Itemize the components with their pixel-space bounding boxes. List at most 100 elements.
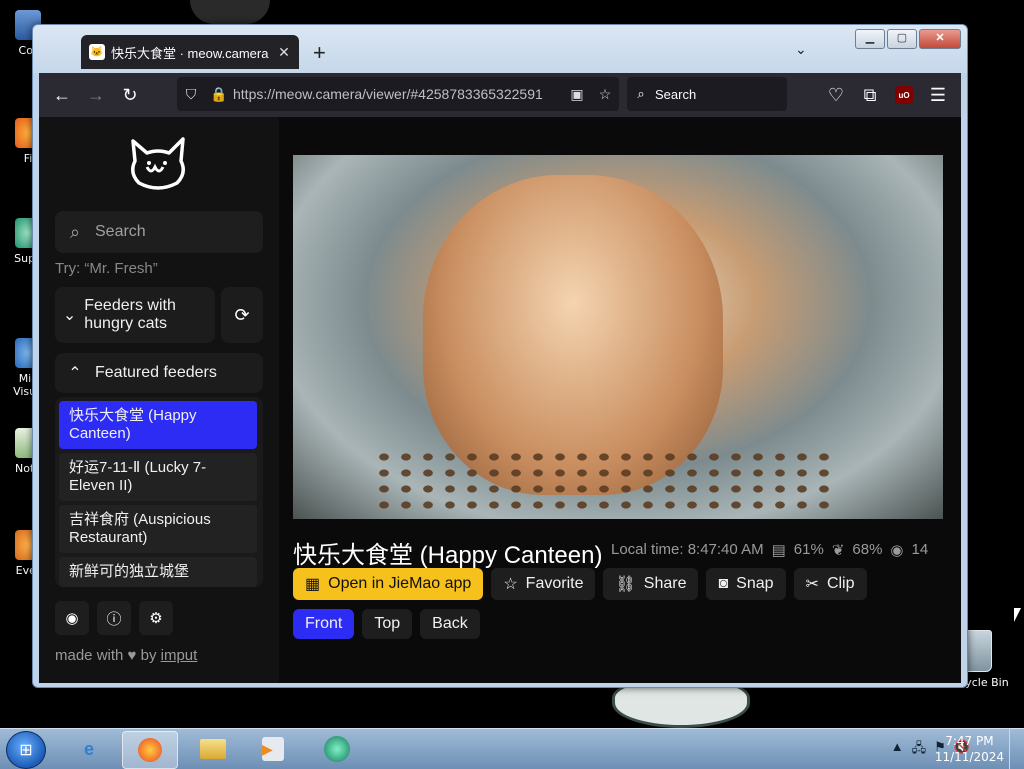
network-icon[interactable]: 🖧 xyxy=(912,739,927,761)
lock-icon[interactable]: 🔒 xyxy=(205,86,233,103)
forward-arrow-icon[interactable]: → xyxy=(79,78,113,112)
media-player-icon: ▶ xyxy=(262,737,284,761)
made-with-text: made with xyxy=(55,647,124,664)
food-level: 61% xyxy=(793,541,824,558)
start-button[interactable]: ⊞ xyxy=(6,731,46,769)
taskbar-firefox[interactable] xyxy=(122,731,178,769)
feeder-search-placeholder: Search xyxy=(95,223,146,240)
chevron-down-icon: ⌄ xyxy=(62,307,77,324)
maximize-button[interactable]: ▢ xyxy=(887,29,917,49)
feeder-item-happy-canteen[interactable]: 快乐大食堂 (Happy Canteen) xyxy=(59,401,257,449)
snap-label: Snap xyxy=(736,575,774,592)
minimize-button[interactable]: ▁ xyxy=(855,29,885,49)
snap-button[interactable]: ◙ Snap xyxy=(706,568,786,600)
firefox-icon xyxy=(138,738,162,762)
food-bag-icon: ▤ xyxy=(771,542,786,559)
viewer-count: 14 xyxy=(911,541,929,558)
refresh-button[interactable]: ⟳ xyxy=(221,287,263,343)
kibble-image xyxy=(373,449,833,509)
feeder-name: 吉祥食府 (Auspicious Restaurant) xyxy=(69,511,211,546)
reader-view-icon[interactable]: ▣ xyxy=(563,86,591,103)
featured-feeders-toggle[interactable]: ⌃ Featured feeders xyxy=(55,353,263,393)
ublock-button[interactable]: uO xyxy=(887,78,921,112)
tab-title: 快乐大食堂 · meow.camera xyxy=(111,45,269,61)
show-desktop-button[interactable] xyxy=(1009,729,1024,769)
sidebar-footer-buttons: ◉ ⓘ ⚙ xyxy=(55,601,173,635)
feeder-name: 好运7-11-Ⅱ (Lucky 7-Eleven II) xyxy=(69,459,207,494)
sidebar: ⌕ Search Try: “Mr. Fresh” ⌄ Feeders with… xyxy=(39,117,279,683)
bookmark-star-icon[interactable]: ☆ xyxy=(591,86,619,103)
close-window-button[interactable]: ✕ xyxy=(919,29,961,49)
view-top-button[interactable]: Top xyxy=(362,609,413,639)
feeder-name: 快乐大食堂 (Happy Canteen) xyxy=(69,407,197,442)
clip-button[interactable]: ✂ Clip xyxy=(793,568,867,600)
url-bar[interactable]: ⛉ 🔒 https://meow.camera/viewer/#42587833… xyxy=(177,77,619,111)
clock-date: 11/11/2024 xyxy=(934,750,1004,764)
navigation-toolbar: ← → ↻ ⛉ 🔒 https://meow.camera/viewer/#42… xyxy=(39,73,961,117)
taskbar-file-explorer[interactable] xyxy=(186,731,240,767)
close-tab-icon[interactable]: ✕ xyxy=(275,44,293,61)
clip-label: Clip xyxy=(826,575,855,592)
open-in-app-button[interactable]: ▦ Open in JieMao app xyxy=(293,568,484,600)
url-text[interactable]: https://meow.camera/viewer/#425878336532… xyxy=(233,86,563,102)
pocket-icon[interactable]: ♡ xyxy=(819,78,853,112)
browser-search-bar[interactable]: ⌕ Search xyxy=(627,77,787,111)
internet-explorer-icon: e xyxy=(83,738,94,759)
reload-icon[interactable]: ↻ xyxy=(113,78,147,112)
view-front-button[interactable]: Front xyxy=(293,609,355,639)
feeder-video-stream[interactable] xyxy=(293,155,943,519)
feeder-item-partial[interactable]: 新鲜可的独立城堡 xyxy=(59,557,257,587)
app-icon xyxy=(324,736,350,762)
info-icon[interactable]: ⓘ xyxy=(97,601,131,635)
desktop-icon-label: Fi xyxy=(23,152,33,165)
cat-image xyxy=(423,175,723,495)
menu-hamburger-icon[interactable]: ☰ xyxy=(921,78,955,112)
share-label: Share xyxy=(643,575,687,592)
search-hint: Try: “Mr. Fresh” xyxy=(55,260,158,277)
hungry-feeders-toggle[interactable]: ⌄ Feeders with hungry cats xyxy=(55,287,215,343)
shield-icon[interactable]: ⛉ xyxy=(177,86,205,103)
taskbar-media-player[interactable]: ▶ xyxy=(246,731,300,767)
tab-meow-camera[interactable]: 🐱 快乐大食堂 · meow.camera ✕ xyxy=(81,35,299,69)
favorite-button[interactable]: ☆ Favorite xyxy=(491,568,596,600)
local-time: Local time: 8:47:40 AM xyxy=(611,541,764,558)
search-icon: ⌕ xyxy=(69,221,81,242)
scissors-icon: ✂ xyxy=(805,576,819,593)
toolbar-right-buttons: ♡ ⧉ uO ☰ xyxy=(819,78,955,112)
discord-icon[interactable]: ◉ xyxy=(55,601,89,635)
share-button[interactable]: ⛓ Share xyxy=(603,568,699,600)
link-icon: ⛓ xyxy=(615,576,636,593)
settings-gear-icon[interactable]: ⚙ xyxy=(139,601,173,635)
list-all-tabs-chevron-icon[interactable]: ⌄ xyxy=(795,41,807,58)
cat-food-stat: 68% xyxy=(852,541,883,558)
back-arrow-icon[interactable]: ← xyxy=(45,78,79,112)
ublock-icon: uO xyxy=(895,86,913,104)
new-tab-button[interactable]: + xyxy=(313,40,326,66)
taskbar: ⊞ e ▶ ▲ 🖧 ⚑ 🔇 7:47 PM 11/11/2024 xyxy=(0,728,1024,769)
taskbar-app[interactable] xyxy=(310,731,364,767)
feeder-search-input[interactable]: ⌕ Search xyxy=(55,211,263,253)
cat-favicon-icon: 🐱 xyxy=(89,44,105,60)
clock[interactable]: 7:47 PM 11/11/2024 xyxy=(935,733,1004,765)
cat-food-icon: ❦ xyxy=(831,542,845,559)
open-app-label: Open in JieMao app xyxy=(328,575,472,592)
qr-code-icon: ▦ xyxy=(305,576,321,593)
featured-feeders-label: Featured feeders xyxy=(95,364,217,381)
taskbar-internet-explorer[interactable]: e xyxy=(62,731,116,767)
mouse-cursor-icon xyxy=(1014,608,1021,622)
favorite-label: Favorite xyxy=(525,575,584,592)
author-link[interactable]: imput xyxy=(161,647,198,664)
show-hidden-icons-icon[interactable]: ▲ xyxy=(891,739,904,761)
eye-icon: ◉ xyxy=(890,542,904,559)
extensions-puzzle-icon[interactable]: ⧉ xyxy=(853,78,887,112)
folder-icon xyxy=(200,739,226,759)
feeder-stats: Local time: 8:47:40 AM ▤ 61% ❦ 68% ◉ 14 xyxy=(611,541,928,559)
feeder-name: 新鲜可的独立城堡 xyxy=(69,563,190,580)
cat-logo-icon[interactable] xyxy=(125,131,191,193)
view-back-button[interactable]: Back xyxy=(420,609,480,639)
camera-icon: ◙ xyxy=(718,575,729,592)
credits: made with ♥ by imput xyxy=(55,647,197,664)
browser-search-placeholder[interactable]: Search xyxy=(655,87,696,102)
feeder-item-lucky-7-eleven[interactable]: 好运7-11-Ⅱ (Lucky 7-Eleven II) xyxy=(59,453,257,501)
feeder-item-auspicious-restaurant[interactable]: 吉祥食府 (Auspicious Restaurant) xyxy=(59,505,257,553)
